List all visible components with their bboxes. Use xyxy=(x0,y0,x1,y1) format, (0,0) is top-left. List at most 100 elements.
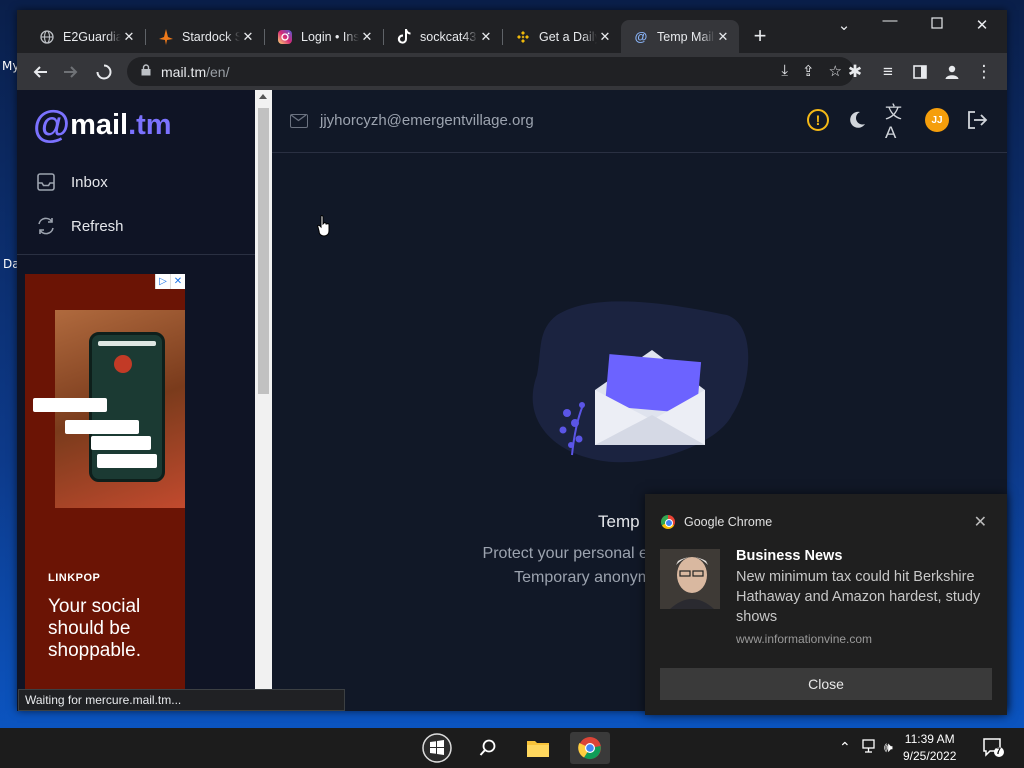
close-tab-icon[interactable]: ✕ xyxy=(359,29,375,45)
search-icon[interactable] xyxy=(472,732,504,764)
close-tab-icon[interactable]: ✕ xyxy=(597,29,613,45)
tab-temp-mail[interactable]: @ Temp Mail ✕ xyxy=(621,20,739,53)
notification-app-name: Google Chrome xyxy=(684,515,773,529)
url-path: /en/ xyxy=(206,63,230,80)
email-address-field[interactable]: jjyhorcyzh@emergentvillage.org xyxy=(290,112,534,129)
nav-label: Inbox xyxy=(71,173,108,191)
nav-refresh[interactable]: Refresh xyxy=(35,214,124,238)
extensions-icon[interactable]: ✱ xyxy=(843,60,867,84)
new-tab-button[interactable]: + xyxy=(748,24,772,48)
notification-close-button[interactable]: Close xyxy=(660,668,992,700)
menu-icon[interactable]: ⋮ xyxy=(972,60,996,84)
tab-tiktok[interactable]: sockcat43 ✕ xyxy=(384,20,502,53)
mail-header: jjyhorcyzh@emergentvillage.org ! 文A JJ xyxy=(272,90,1007,153)
tab-title: E2Guardian xyxy=(63,29,121,44)
dark-mode-moon-icon[interactable] xyxy=(845,108,869,132)
tab-title: Stardock S xyxy=(182,29,240,44)
lock-icon[interactable] xyxy=(141,64,151,79)
chrome-icon xyxy=(661,515,675,529)
stardock-icon xyxy=(158,28,174,45)
install-app-icon[interactable]: ⤓ xyxy=(781,62,788,80)
share-icon[interactable]: ⇪ xyxy=(802,62,815,80)
divider xyxy=(17,254,255,255)
scroll-up-arrow-icon[interactable] xyxy=(259,94,267,99)
advertisement[interactable]: ▷ ✕ LINKPOP Your social should be shoppa… xyxy=(25,274,185,711)
ad-card xyxy=(33,398,107,412)
hand-cursor-icon xyxy=(317,215,330,237)
volume-icon[interactable]: 🕪 xyxy=(884,739,893,756)
notification-body: New minimum tax could hit Berkshire Hath… xyxy=(736,569,981,625)
tab-search-icon[interactable]: ⌄ xyxy=(829,16,859,34)
nav-label: Refresh xyxy=(71,217,124,235)
forward-icon[interactable] xyxy=(59,60,83,84)
chevron-up-icon[interactable]: ⌃ xyxy=(839,739,851,756)
close-tab-icon[interactable]: ✕ xyxy=(715,29,731,45)
action-center-icon[interactable]: 7 xyxy=(982,737,1004,760)
envelope-icon xyxy=(290,113,308,128)
notification-thumbnail xyxy=(660,549,720,609)
nav-inbox[interactable]: Inbox xyxy=(35,170,108,194)
chrome-notification[interactable]: Google Chrome ✕ Business News New minimu… xyxy=(645,494,1007,715)
refresh-icon xyxy=(35,215,57,237)
tab-title: Login • Ins xyxy=(301,29,359,44)
media-controls-icon[interactable]: ≡ xyxy=(876,60,900,84)
ad-card xyxy=(91,436,151,450)
maximize-icon[interactable] xyxy=(922,16,952,33)
sidebar-scrollbar[interactable] xyxy=(255,90,272,711)
notification-close-icon[interactable]: ✕ xyxy=(974,512,987,532)
minimize-icon[interactable]: — xyxy=(875,12,905,29)
clock-date: 9/25/2022 xyxy=(903,749,957,763)
logo-at: @ xyxy=(33,104,71,146)
url-host: mail.tm xyxy=(161,63,207,80)
chrome-taskbar-icon[interactable] xyxy=(570,732,610,764)
tab-e2guardian[interactable]: E2Guardian ✕ xyxy=(27,20,145,53)
address-bar[interactable]: mail.tm/en/ ⤓ ⇪ ☆ xyxy=(127,57,854,86)
ad-close-icon[interactable]: ✕ xyxy=(170,274,185,289)
side-panel-icon[interactable] xyxy=(908,60,932,84)
close-window-icon[interactable]: ✕ xyxy=(967,16,997,34)
tab-title: sockcat43 xyxy=(420,29,477,44)
empty-inbox-illustration xyxy=(532,301,749,463)
sidebar: @ mail .tm Inbox Refresh ▷ ✕ LINKPOP You… xyxy=(17,90,255,711)
logo-tld: .tm xyxy=(128,108,172,141)
tab-strip: E2Guardian ✕ Stardock S ✕ Login • Ins ✕ … xyxy=(17,10,1007,53)
notification-source: www.informationvine.com xyxy=(736,632,873,646)
adchoices-icon[interactable]: ▷ xyxy=(155,274,170,289)
notification-title: Business News xyxy=(736,548,843,564)
taskbar: ⌃ 🕪 11:39 AM 9/25/2022 7 xyxy=(0,728,1024,768)
tiktok-icon xyxy=(396,29,412,45)
instagram-icon xyxy=(277,29,293,45)
logout-icon[interactable] xyxy=(965,108,989,132)
logo-name: mail xyxy=(70,108,129,141)
status-bubble: Waiting for mercure.mail.tm... xyxy=(18,689,345,711)
toolbar: mail.tm/en/ ⤓ ⇪ ☆ ✱ ≡ ⋮ xyxy=(17,53,1007,90)
tab-instagram[interactable]: Login • Ins ✕ xyxy=(265,20,383,53)
scrollbar-thumb[interactable] xyxy=(258,108,269,394)
ad-card xyxy=(97,454,157,468)
close-tab-icon[interactable]: ✕ xyxy=(121,29,137,45)
tab-title: Temp Mail xyxy=(657,29,714,44)
network-icon[interactable] xyxy=(862,739,878,756)
start-button[interactable] xyxy=(421,732,453,764)
bookmark-star-icon[interactable]: ☆ xyxy=(829,62,842,80)
tab-stardock[interactable]: Stardock S ✕ xyxy=(146,20,264,53)
email-address[interactable]: jjyhorcyzh@emergentvillage.org xyxy=(320,112,534,129)
file-explorer-icon[interactable] xyxy=(522,732,554,764)
clock[interactable]: 11:39 AM 9/25/2022 xyxy=(903,731,956,765)
globe-icon xyxy=(39,29,55,45)
ad-card xyxy=(65,420,139,434)
ad-choices[interactable]: ▷ ✕ xyxy=(155,274,185,289)
loading-spinner-icon[interactable] xyxy=(92,60,116,84)
ad-brand: LINKPOP xyxy=(48,572,101,584)
notification-count-badge: 7 xyxy=(996,746,1002,756)
profile-icon[interactable] xyxy=(940,60,964,84)
close-tab-icon[interactable]: ✕ xyxy=(478,29,494,45)
tab-daily[interactable]: Get a Daily ✕ xyxy=(503,20,621,53)
warning-icon[interactable]: ! xyxy=(807,109,829,131)
inbox-icon xyxy=(35,171,57,193)
mailtm-logo[interactable]: @ mail .tm xyxy=(33,106,172,144)
close-tab-icon[interactable]: ✕ xyxy=(240,29,256,45)
language-translate-icon[interactable]: 文A xyxy=(885,103,909,142)
back-icon[interactable] xyxy=(28,60,52,84)
avatar[interactable]: JJ xyxy=(925,108,949,132)
